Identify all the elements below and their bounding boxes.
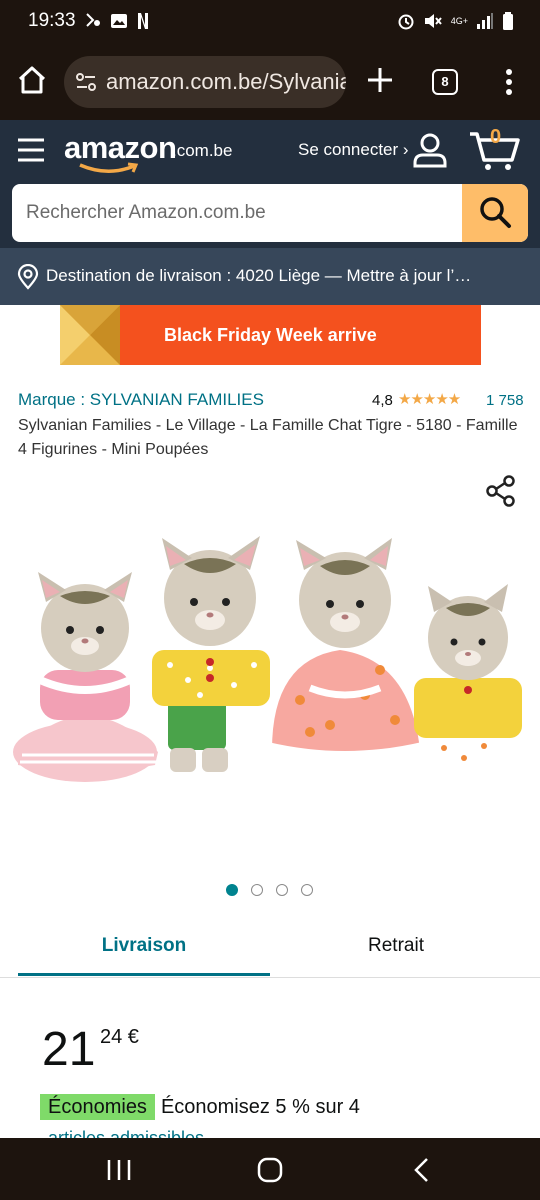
mute-icon [424,14,442,28]
alarm-icon [398,14,414,30]
search-button[interactable] [462,184,528,242]
savings-row: Économies Économisez 5 % sur 4 [40,1094,360,1120]
carousel-dot[interactable] [226,884,238,896]
more-options-icon[interactable] [496,66,522,98]
recent-apps-icon[interactable] [106,1158,132,1182]
logo-suffix: .com.be [172,141,233,160]
share-icon[interactable] [484,474,518,508]
review-count[interactable]: 1 758 [486,392,524,409]
new-tab-icon[interactable] [364,64,396,96]
vibrate-icon [86,13,100,27]
gold-diamond-decoration [60,305,120,365]
home-nav-icon[interactable] [257,1157,283,1183]
price-whole: 21 [42,1023,96,1076]
banner-text: Black Friday Week arrive [164,325,377,345]
search-icon [480,196,511,228]
url-text: amazon.com.be/Sylvanian [106,69,346,94]
delivery-text: Destination de livraison : 4020 Liège — … [46,266,472,285]
tab-livraison[interactable]: Livraison [18,918,270,976]
tab-switcher-button[interactable]: 8 [432,69,458,95]
status-bar: 19:33 4G+ [0,0,540,44]
carousel-dot[interactable] [301,884,313,896]
amazon-logo[interactable]: amazon .com.be [64,130,244,180]
tab-retrait[interactable]: Retrait [270,918,522,976]
gallery-icon [111,14,127,28]
cat-figure-2 [152,536,270,772]
carousel-dot[interactable] [276,884,288,896]
android-navigation-bar [0,1138,540,1200]
image-carousel-dots [226,884,313,896]
search-input[interactable] [12,184,462,242]
search-bar [12,184,528,242]
savings-text: Économisez 5 % sur 4 [160,1096,360,1118]
savings-badge: Économies [40,1094,155,1120]
status-time: 19:33 [28,10,76,31]
smile-arrow-icon [79,162,139,173]
rating-value: 4,8 [372,392,393,409]
product-title: Sylvanian Families - Le Village - La Fam… [18,417,518,458]
cat-figure-1 [13,572,158,782]
cat-figure-3 [268,538,422,765]
fulfillment-tabs: Livraison Retrait [0,918,540,978]
delivery-location-bar[interactable]: Destination de livraison : 4020 Liège — … [0,248,540,305]
menu-icon[interactable] [16,136,46,164]
product-image[interactable] [10,520,530,810]
netflix-icon [138,13,148,29]
battery-icon [503,12,513,30]
status-right-icons: 4G+ [397,11,514,31]
cart-button[interactable]: 0 [468,126,520,172]
location-pin-icon [17,264,39,290]
signin-link[interactable]: Se connecter › [298,140,409,160]
lte-icon: 4G+ [450,16,468,26]
price-fraction: 24 € [100,1026,139,1048]
signal-icon [477,13,493,29]
brand-link[interactable]: Marque : SYLVANIAN FAMILIES [18,390,264,410]
logo-text: amazon [64,130,177,165]
rating-stars[interactable]: ★★★★★ [398,390,461,408]
status-left-icons [84,11,150,31]
back-icon[interactable] [412,1157,432,1183]
url-bar[interactable]: amazon.com.be/Sylvanian [64,56,346,108]
user-icon[interactable] [412,132,448,168]
site-settings-icon[interactable] [74,70,98,94]
cart-count: 0 [490,126,502,148]
cat-figure-4 [414,584,522,770]
amazon-header: amazon .com.be Se connecter › 0 [0,120,540,248]
home-icon[interactable] [14,62,50,98]
black-friday-banner[interactable]: Black Friday Week arrive [60,305,481,365]
brand-rating-row: Marque : SYLVANIAN FAMILIES 4,8 ★★★★★ 1 … [18,388,524,412]
price: 21 24 € [42,1022,139,1077]
browser-toolbar: amazon.com.be/Sylvanian 8 [0,44,540,120]
carousel-dot[interactable] [251,884,263,896]
